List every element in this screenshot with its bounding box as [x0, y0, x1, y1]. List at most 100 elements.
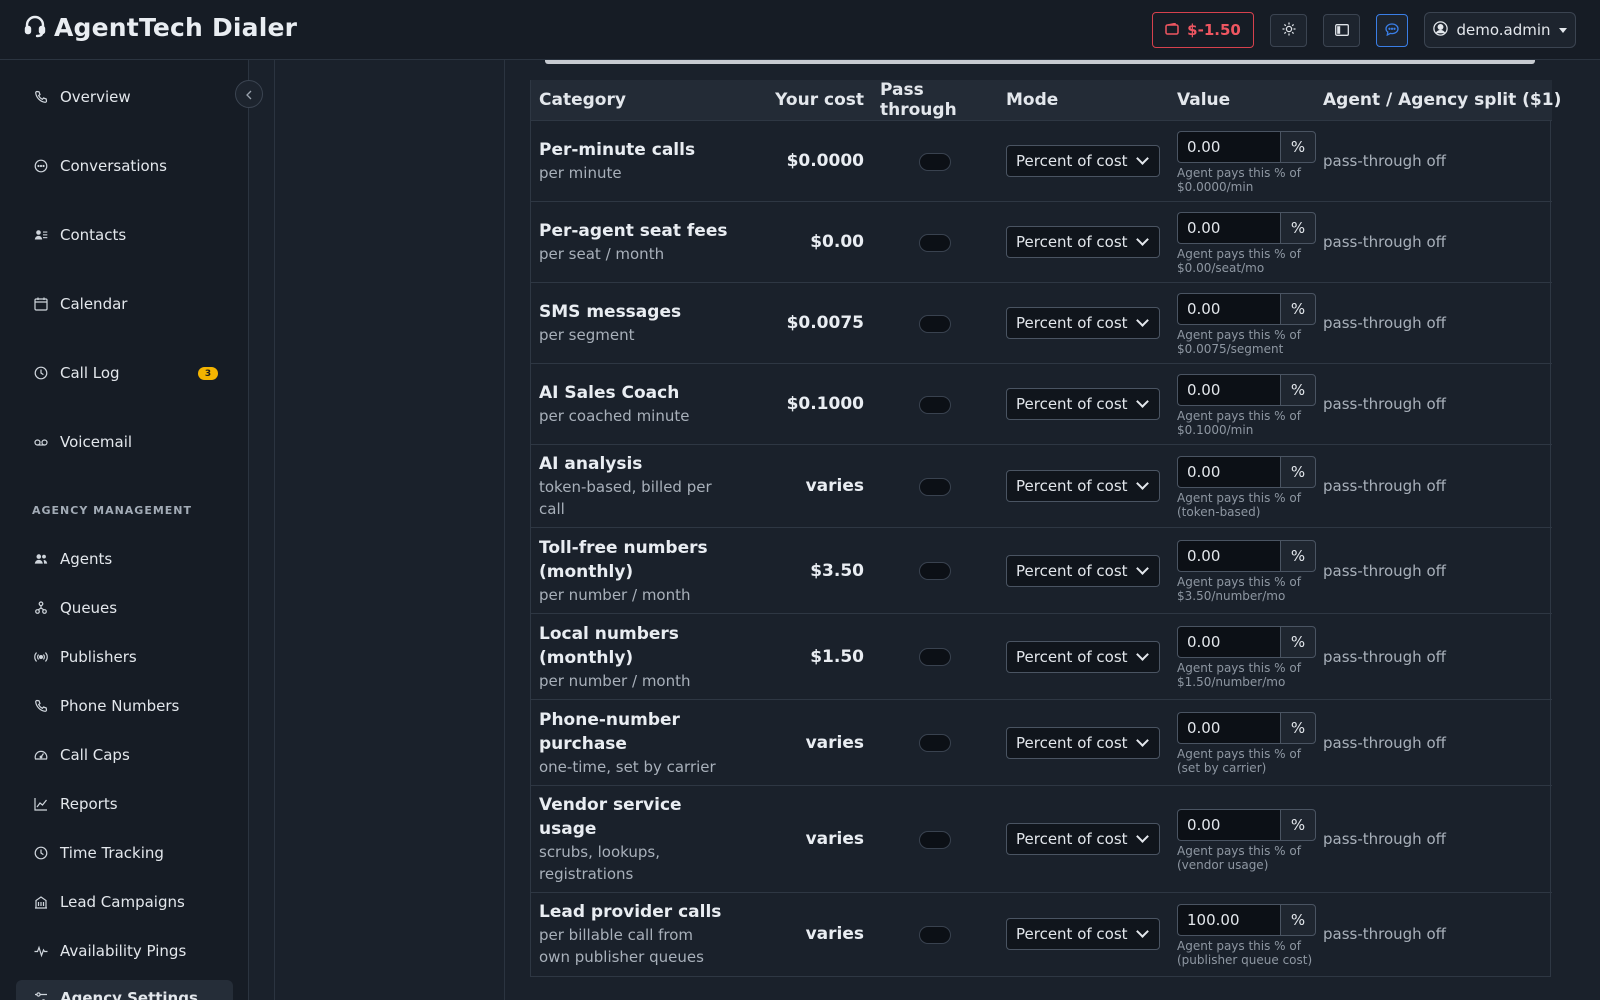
mode-select[interactable]: Percent of cost — [1006, 145, 1160, 177]
sidebar-item-time-tracking[interactable]: Time Tracking — [16, 835, 233, 871]
value-input[interactable]: 0.00 — [1177, 130, 1280, 163]
value-unit: % — [1280, 808, 1316, 841]
value-input-group: 0.00% — [1177, 626, 1316, 658]
mode-selected-value: Percent of cost — [1016, 395, 1128, 413]
value-input-group: 0.00% — [1177, 540, 1316, 572]
sun-icon — [1282, 21, 1296, 40]
value-unit: % — [1280, 540, 1316, 572]
layout-toggle-button[interactable] — [1323, 13, 1360, 47]
sidebar-item-call-caps[interactable]: Call Caps — [16, 737, 233, 773]
sidebar-item-agency-settings[interactable]: Agency Settings — [16, 980, 233, 1000]
sidebar-item-availability-pings[interactable]: Availability Pings — [16, 933, 233, 969]
value-input[interactable]: 0.00 — [1177, 808, 1280, 841]
mode-cell: Percent of cost — [998, 120, 1169, 202]
sidebar-item-label: Time Tracking — [60, 844, 164, 862]
section-label-agency-management: AGENCY MANAGEMENT — [32, 504, 193, 517]
settings-subnav-panel — [274, 60, 505, 1000]
sidebar-item-agents[interactable]: Agents — [16, 541, 233, 577]
value-input-group: 0.00% — [1177, 373, 1316, 406]
mode-select[interactable]: Percent of cost — [1006, 470, 1160, 502]
gauge-icon — [34, 748, 48, 762]
value-unit: % — [1280, 292, 1316, 325]
pass-through-toggle[interactable] — [919, 314, 951, 333]
value-cell: 0.00% Agent pays this % of $1.50/number/m… — [1169, 613, 1323, 700]
split-cell: pass-through off — [1323, 201, 1552, 283]
pass-through-toggle[interactable] — [919, 648, 951, 667]
table-header-row: Category Your cost Pass through Mode Val… — [531, 80, 1561, 121]
value-input[interactable]: 0.00 — [1177, 211, 1280, 244]
sidebar-item-label: Call Log — [60, 364, 120, 382]
sidebar-item-label: Contacts — [60, 226, 127, 244]
value-input-group: 0.00% — [1177, 211, 1316, 244]
sidebar-item-phone-numbers[interactable]: Phone Numbers — [16, 688, 233, 724]
category-name: Toll-free numbers (monthly) — [539, 537, 708, 582]
balance-button[interactable]: $-1.50 — [1152, 12, 1254, 48]
sidebar-item-overview[interactable]: Overview — [16, 79, 233, 115]
sidebar-item-voicemail[interactable]: Voicemail — [16, 424, 233, 460]
pass-through-toggle[interactable] — [919, 395, 951, 414]
user-menu-button[interactable]: demo.admin — [1424, 12, 1576, 48]
value-help-text: Agent pays this % of $0.1000/min — [1177, 408, 1301, 437]
pass-through-cell — [872, 282, 998, 364]
clock-icon — [34, 846, 48, 860]
value-cell: 0.00% Agent pays this % of $0.1000/min — [1169, 363, 1323, 445]
pricing-table: Category Your cost Pass through Mode Val… — [531, 80, 1561, 976]
contacts-icon — [34, 228, 48, 242]
mode-select[interactable]: Percent of cost — [1006, 640, 1160, 673]
pass-through-toggle[interactable] — [919, 152, 951, 171]
mode-select[interactable]: Percent of cost — [1006, 226, 1160, 258]
pass-through-toggle[interactable] — [919, 233, 951, 252]
category-unit: per billable call from own publisher que… — [539, 926, 704, 967]
sidebar-item-lead-campaigns[interactable]: Lead Campaigns — [16, 884, 233, 920]
category-cell: Local numbers (monthly) per number / mont… — [531, 613, 736, 700]
sidebar-item-label: Conversations — [60, 157, 167, 175]
pass-through-toggle[interactable] — [919, 477, 951, 496]
value-unit: % — [1280, 130, 1316, 163]
table-row: Per-minute calls per minute $0.0000 Percent… — [531, 120, 1552, 202]
value-unit: % — [1280, 211, 1316, 244]
sidebar-item-calendar[interactable]: Calendar — [16, 286, 233, 322]
cost-cell: $0.0075 — [736, 282, 872, 364]
mode-select[interactable]: Percent of cost — [1006, 307, 1160, 339]
pass-through-toggle[interactable] — [919, 562, 951, 581]
pass-through-cell — [872, 444, 998, 528]
mode-select[interactable]: Percent of cost — [1006, 726, 1160, 759]
value-input[interactable]: 0.00 — [1177, 373, 1280, 406]
value-help-text: Agent pays this % of $0.0000/min — [1177, 165, 1301, 194]
column-header-split: Agent / Agency split ($1) — [1323, 80, 1561, 121]
sidebar-item-reports[interactable]: Reports — [16, 786, 233, 822]
cost-cell: $0.1000 — [736, 363, 872, 445]
sidebar-item-queues[interactable]: Queues — [16, 590, 233, 626]
pass-through-toggle[interactable] — [919, 734, 951, 753]
sidebar-item-publishers[interactable]: Publishers — [16, 639, 233, 675]
value-input[interactable]: 0.00 — [1177, 292, 1280, 325]
pass-through-cell — [872, 699, 998, 786]
balance-amount: $-1.50 — [1187, 21, 1241, 39]
sidebar-collapse-button[interactable] — [235, 80, 263, 108]
value-input[interactable]: 0.00 — [1177, 626, 1280, 658]
chat-panel-button[interactable] — [1376, 13, 1408, 47]
mode-cell: Percent of cost — [998, 785, 1169, 893]
sidebar-item-conversations[interactable]: Conversations — [16, 148, 233, 184]
pass-through-toggle[interactable] — [919, 830, 951, 849]
mode-select[interactable]: Percent of cost — [1006, 823, 1160, 855]
value-input[interactable]: 0.00 — [1177, 540, 1280, 572]
category-unit: per coached minute — [539, 407, 690, 425]
sidebar-layout-icon — [1334, 21, 1349, 40]
mode-select[interactable]: Percent of cost — [1006, 554, 1160, 587]
sidebar-item-contacts[interactable]: Contacts — [16, 217, 233, 253]
value-input[interactable]: 0.00 — [1177, 455, 1280, 488]
mode-select[interactable]: Percent of cost — [1006, 918, 1160, 951]
column-header-value: Value — [1169, 80, 1323, 121]
theme-toggle-button[interactable] — [1270, 13, 1307, 47]
mode-select[interactable]: Percent of cost — [1006, 388, 1160, 420]
value-cell: 0.00% Agent pays this % of $0.0075/segmen… — [1169, 282, 1323, 364]
mode-cell: Percent of cost — [998, 282, 1169, 364]
pass-through-toggle[interactable] — [919, 926, 951, 944]
value-input[interactable]: 100.00 — [1177, 903, 1280, 936]
value-input[interactable]: 0.00 — [1177, 712, 1280, 744]
sidebar-item-call-log[interactable]: Call Log 3 — [16, 355, 233, 391]
brand[interactable]: AgentTech Dialer — [24, 13, 297, 42]
table-row: Toll-free numbers (monthly) per number / … — [531, 527, 1552, 614]
category-name: Vendor service usage — [539, 795, 682, 839]
